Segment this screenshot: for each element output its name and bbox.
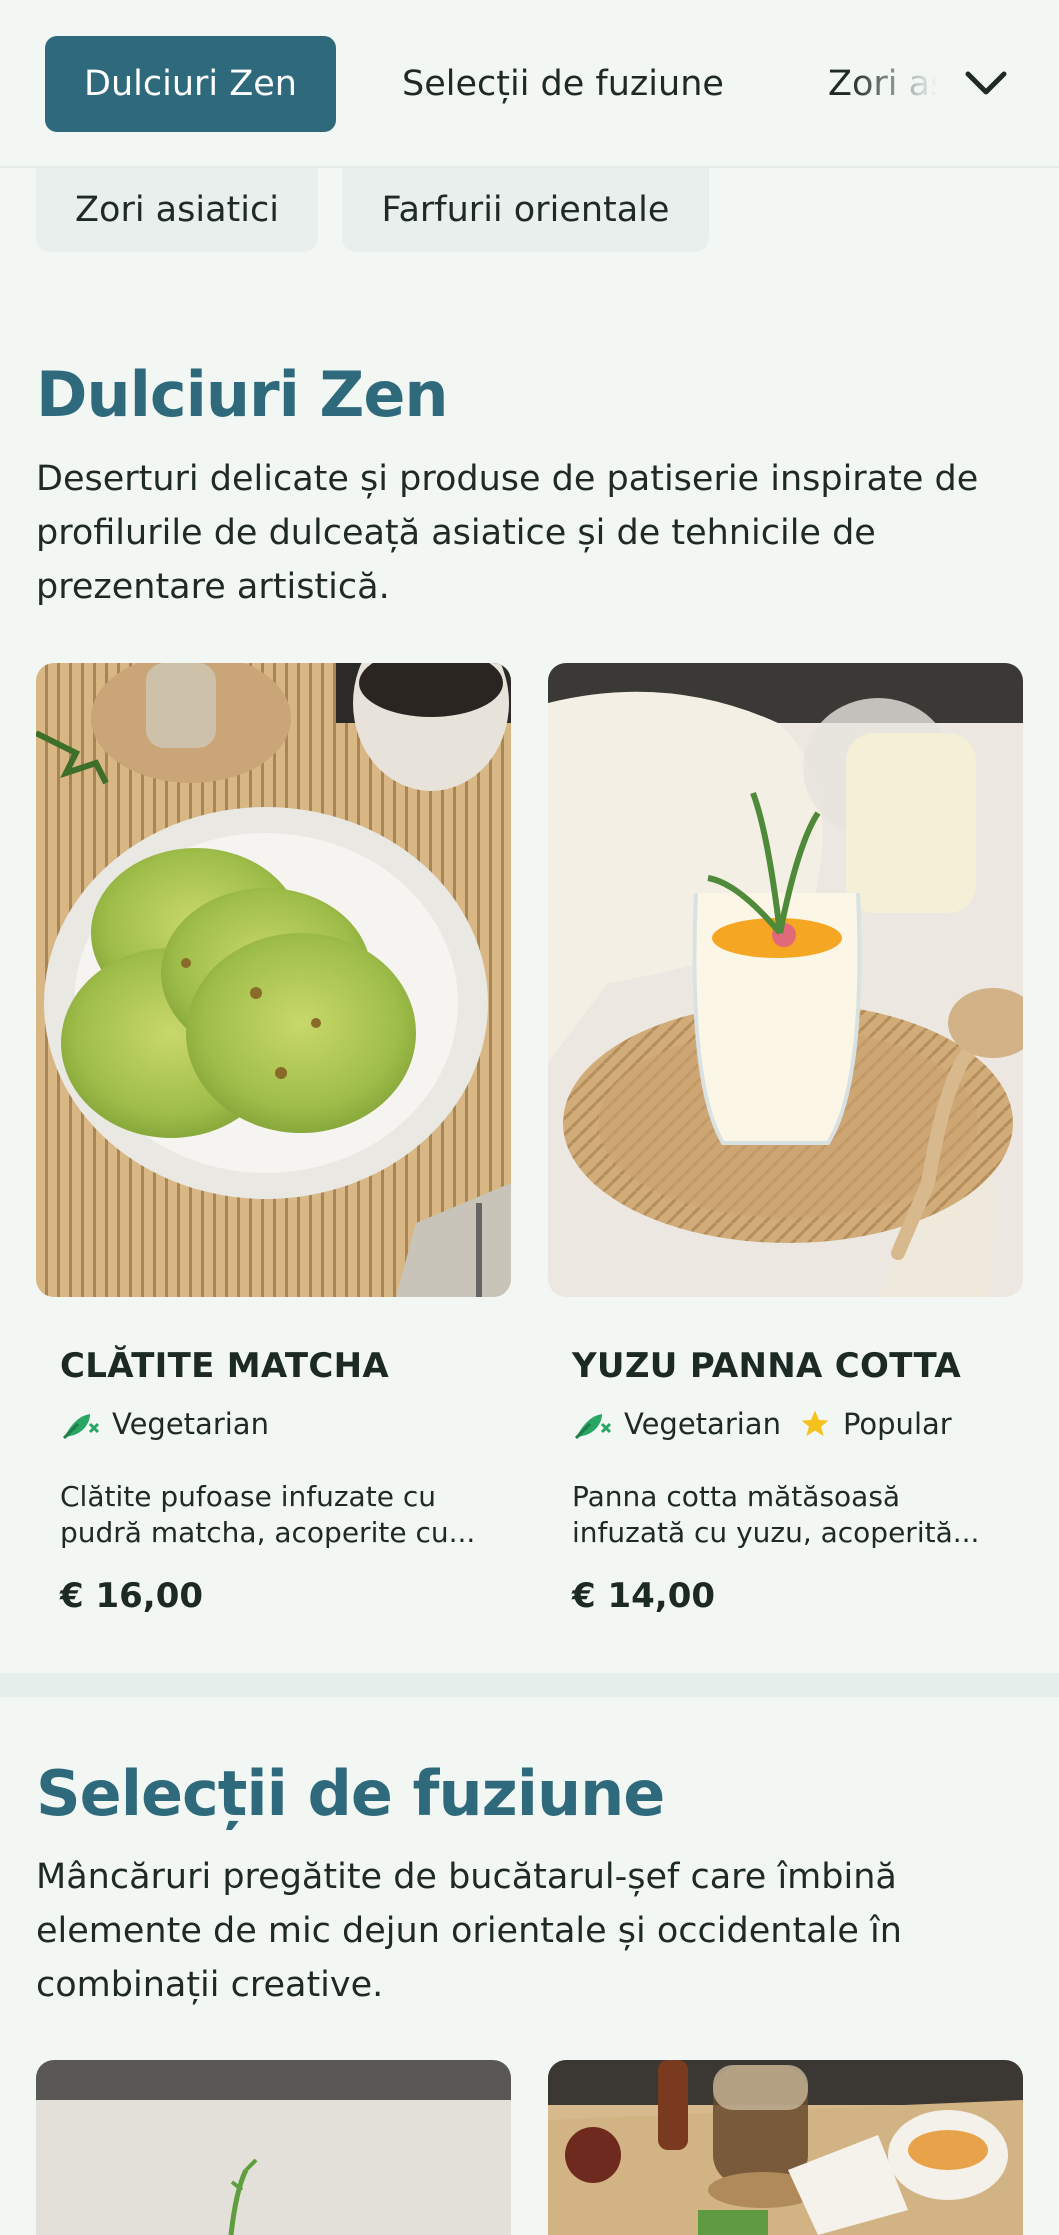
fusion-dish-image[interactable] — [36, 2060, 511, 2235]
vegetarian-icon — [574, 1414, 612, 1440]
section-title: Selecții de fuziune — [36, 1757, 665, 1830]
tag-vegetarian: Vegetarian — [572, 1406, 781, 1442]
matcha-pancakes-image[interactable] — [36, 663, 511, 1297]
item-name[interactable]: YUZU PANNA COTTA — [572, 1346, 961, 1386]
tab-zori-asiatici[interactable]: Zori asiatici — [828, 36, 938, 132]
section-title: Dulciuri Zen — [36, 358, 449, 431]
vegetarian-icon — [62, 1414, 100, 1440]
item-description: Clătite pufoase infuzate cu pudră matcha… — [60, 1480, 476, 1549]
tab-dulciuri-zen[interactable]: Dulciuri Zen — [45, 36, 336, 132]
category-nav: Dulciuri Zen Selecții de fuziune Zori as… — [0, 0, 1059, 168]
tag-label: Vegetarian — [624, 1407, 781, 1441]
chip-zori-asiatici[interactable]: Zori asiatici — [36, 168, 318, 252]
fusion-dish-image[interactable] — [548, 2060, 1023, 2235]
chip-farfurii-orientale[interactable]: Farfurii orientale — [342, 168, 709, 252]
tag-label: Vegetarian — [112, 1407, 269, 1441]
star-icon — [801, 1410, 829, 1436]
tag-popular: Popular — [799, 1407, 952, 1441]
tag-vegetarian: Vegetarian — [60, 1406, 269, 1442]
tab-selectii-fuziune[interactable]: Selecții de fuziune — [402, 36, 724, 132]
item-price: € 14,00 — [572, 1576, 716, 1616]
section-description: Deserturi delicate și produse de patiser… — [36, 459, 979, 607]
item-name[interactable]: CLĂTITE MATCHA — [60, 1346, 389, 1386]
tab-label: Zori asiatici — [828, 64, 938, 104]
section-description: Mâncăruri pregătite de bucătarul-șef car… — [36, 1857, 902, 2005]
item-tags: Vegetarian Popular — [572, 1406, 952, 1442]
tag-label: Popular — [842, 1407, 952, 1441]
yuzu-panna-cotta-image[interactable] — [548, 663, 1023, 1297]
section-divider — [0, 1673, 1059, 1697]
item-tags: Vegetarian — [60, 1406, 269, 1442]
chevron-down-icon[interactable] — [963, 64, 1009, 104]
item-price: € 16,00 — [60, 1576, 204, 1616]
item-description: Panna cotta mătăsoasă infuzată cu yuzu, … — [572, 1480, 980, 1549]
